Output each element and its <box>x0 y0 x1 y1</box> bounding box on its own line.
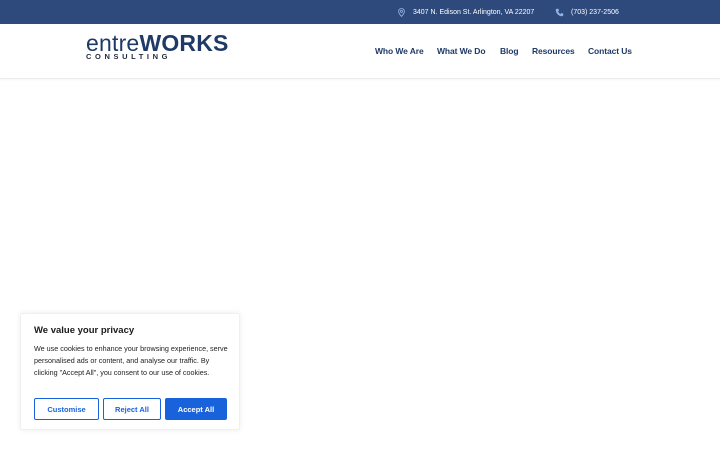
logo-tagline: CONSULTING <box>86 52 172 61</box>
nav-resources[interactable]: Resources <box>532 46 575 56</box>
nav-who-we-are[interactable]: Who We Are <box>375 46 424 56</box>
nav-blog[interactable]: Blog <box>500 46 519 56</box>
cookie-consent-banner: We value your privacy We use cookies to … <box>20 313 240 430</box>
nav-what-we-do[interactable]: What We Do <box>437 46 486 56</box>
entreworks-logo[interactable]: entreWORKS <box>86 32 256 70</box>
address-item[interactable]: 3407 N. Edison St. Arlington, VA 22207 <box>397 0 534 24</box>
customise-button[interactable]: Customise <box>34 398 99 420</box>
accept-all-button[interactable]: Accept All <box>165 398 227 420</box>
address-text: 3407 N. Edison St. Arlington, VA 22207 <box>413 8 535 16</box>
phone-icon <box>555 8 564 17</box>
site-header: entreWORKS CONSULTING Who We Are What We… <box>0 24 720 79</box>
phone-item[interactable]: (703) 237-2506 <box>555 0 619 24</box>
reject-all-button[interactable]: Reject All <box>103 398 161 420</box>
cookie-description: We use cookies to enhance your browsing … <box>34 344 228 377</box>
top-contact-bar: 3407 N. Edison St. Arlington, VA 22207 (… <box>0 0 720 24</box>
cookie-title: We value your privacy <box>34 325 135 336</box>
nav-contact-us[interactable]: Contact Us <box>588 46 632 56</box>
phone-text: (703) 237-2506 <box>571 8 619 16</box>
map-pin-icon <box>397 7 406 17</box>
